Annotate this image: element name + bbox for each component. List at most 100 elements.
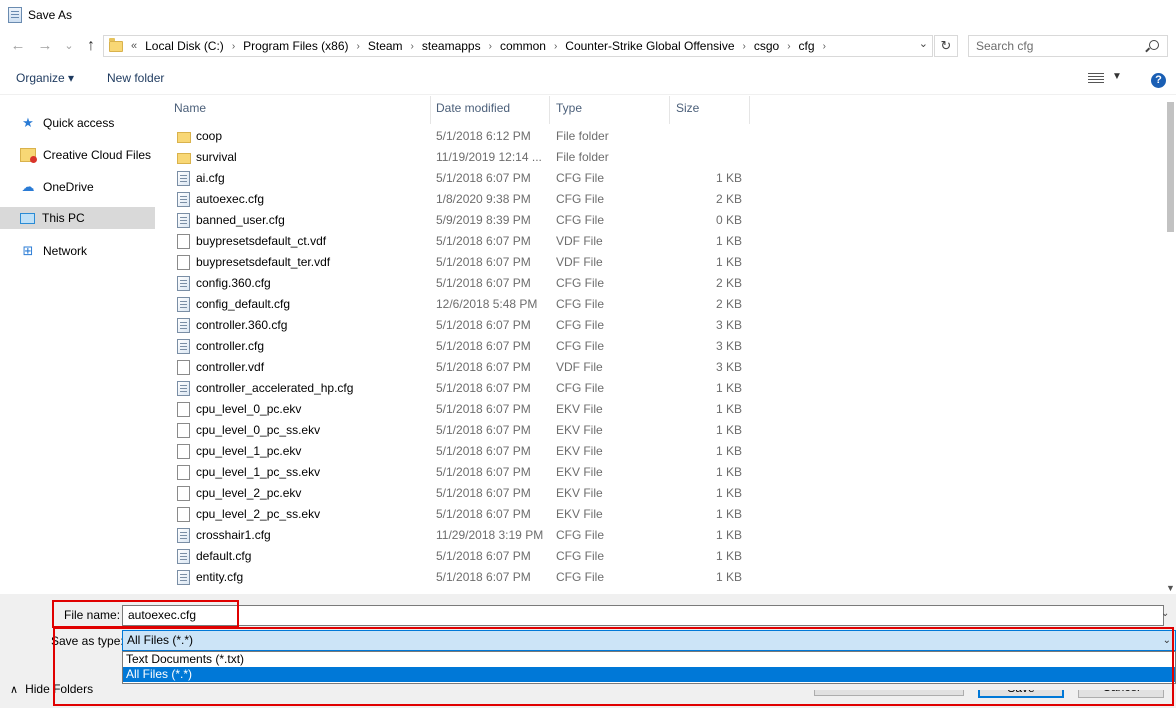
nav-item-onedrive[interactable]: ☁ OneDrive — [0, 176, 155, 198]
breadcrumb-separator-icon[interactable]: › — [357, 41, 360, 52]
breadcrumb-item[interactable]: csgo — [754, 39, 779, 53]
file-row[interactable]: controller_accelerated_hp.cfg 5/1/2018 6:… — [164, 378, 764, 399]
config-file-icon — [177, 570, 190, 585]
organize-button[interactable]: Organize ▾ — [16, 71, 74, 85]
file-row[interactable]: cpu_level_2_pc_ss.ekv 5/1/2018 6:07 PM EKV… — [164, 504, 764, 525]
file-size: 1 KB — [715, 528, 742, 542]
chevron-down-icon[interactable]: ⌄ — [919, 37, 928, 50]
up-arrow-icon[interactable]: ↑ — [82, 37, 100, 55]
file-row[interactable]: coop 5/1/2018 6:12 PM File folder — [164, 126, 764, 147]
file-row[interactable]: config.360.cfg 5/1/2018 6:07 PM CFG File 2 … — [164, 273, 764, 294]
file-size: 1 KB — [715, 549, 742, 563]
column-header-name[interactable]: Name — [174, 100, 206, 124]
file-row[interactable]: default.cfg 5/1/2018 6:07 PM CFG File 1 KB — [164, 546, 764, 567]
breadcrumb-separator-icon[interactable]: › — [489, 41, 492, 52]
file-date-modified: 5/9/2019 8:39 PM — [436, 213, 531, 227]
file-row[interactable]: survival 11/19/2019 12:14 ... File folder — [164, 147, 764, 168]
file-row[interactable]: cpu_level_2_pc.ekv 5/1/2018 6:07 PM EKV Fi… — [164, 483, 764, 504]
file-name-dropdown-icon[interactable]: ⌄ — [1161, 608, 1169, 619]
file-name: config.360.cfg — [196, 276, 271, 290]
file-row[interactable]: autoexec.cfg 1/8/2020 9:38 PM CFG File 2 KB — [164, 189, 764, 210]
folder-icon — [177, 153, 191, 164]
back-arrow-icon[interactable]: ← — [9, 37, 27, 55]
breadcrumb-separator-icon[interactable]: › — [411, 41, 414, 52]
config-file-icon — [177, 213, 190, 228]
breadcrumb-item[interactable]: steamapps — [422, 39, 481, 53]
column-header-size[interactable]: Size — [676, 100, 699, 124]
column-divider[interactable] — [749, 96, 750, 124]
overflow-chevron-icon[interactable]: « — [131, 40, 137, 52]
breadcrumb-item[interactable]: common — [500, 39, 546, 53]
column-divider[interactable] — [549, 96, 550, 124]
nav-item-creative-cloud-files[interactable]: Creative Cloud Files — [0, 144, 155, 166]
file-size: 1 KB — [715, 570, 742, 584]
file-row[interactable]: buypresetsdefault_ct.vdf 5/1/2018 6:07 PM… — [164, 231, 764, 252]
file-row[interactable]: config_default.cfg 12/6/2018 5:48 PM CFG F… — [164, 294, 764, 315]
file-row[interactable]: banned_user.cfg 5/9/2019 8:39 PM CFG File 0… — [164, 210, 764, 231]
file-row[interactable]: entity.cfg 5/1/2018 6:07 PM CFG File 1 KB — [164, 567, 764, 588]
file-row[interactable]: controller.360.cfg 5/1/2018 6:07 PM CFG Fi… — [164, 315, 764, 336]
breadcrumb-separator-icon[interactable]: › — [232, 41, 235, 52]
breadcrumb-item[interactable]: Local Disk (C:) — [145, 39, 224, 53]
breadcrumb-separator-icon[interactable]: › — [823, 41, 826, 52]
breadcrumb-item[interactable]: cfg — [799, 39, 815, 53]
column-divider[interactable] — [669, 96, 670, 124]
cloud-icon: ☁ — [21, 179, 35, 194]
file-row[interactable]: cpu_level_0_pc.ekv 5/1/2018 6:07 PM EKV Fi… — [164, 399, 764, 420]
search-icon[interactable] — [1149, 40, 1159, 50]
document-icon — [177, 444, 190, 459]
scrollbar-thumb[interactable] — [1167, 102, 1174, 232]
forward-arrow-icon[interactable]: → — [36, 37, 54, 55]
document-icon — [177, 486, 190, 501]
view-dropdown-icon[interactable]: ▼ — [1112, 71, 1122, 82]
file-type: CFG File — [556, 171, 604, 185]
address-bar[interactable]: « Local Disk (C:) › Program Files (x86) › St… — [103, 35, 933, 57]
file-type: File folder — [556, 150, 609, 164]
file-type: CFG File — [556, 381, 604, 395]
breadcrumb-item[interactable]: Counter-Strike Global Offensive — [565, 39, 734, 53]
vertical-scrollbar[interactable]: ▼ — [1165, 96, 1176, 593]
breadcrumb: « Local Disk (C:) › Program Files (x86) › St… — [131, 39, 834, 53]
file-type: EKV File — [556, 423, 603, 437]
file-type: EKV File — [556, 507, 603, 521]
new-folder-button[interactable]: New folder — [107, 71, 164, 85]
column-header-date-modified[interactable]: Date modified — [436, 100, 510, 124]
search-input[interactable]: Search cfg — [968, 35, 1168, 57]
file-name: cpu_level_1_pc.ekv — [196, 444, 302, 458]
file-size: 3 KB — [715, 360, 742, 374]
file-type: VDF File — [556, 234, 603, 248]
title-bar: Save As — [0, 0, 1176, 30]
file-row[interactable]: controller.cfg 5/1/2018 6:07 PM CFG File 3 … — [164, 336, 764, 357]
column-header-type[interactable]: Type — [556, 100, 582, 124]
file-name-input[interactable]: autoexec.cfg — [122, 605, 1164, 626]
file-row[interactable]: cpu_level_1_pc_ss.ekv 5/1/2018 6:07 PM EKV… — [164, 462, 764, 483]
refresh-icon[interactable]: ↻ — [934, 35, 958, 57]
file-size: 1 KB — [715, 507, 742, 521]
document-icon — [177, 234, 190, 249]
file-size: 1 KB — [715, 402, 742, 416]
file-row[interactable]: controller.vdf 5/1/2018 6:07 PM VDF File 3 … — [164, 357, 764, 378]
file-row[interactable]: cpu_level_1_pc.ekv 5/1/2018 6:07 PM EKV Fi… — [164, 441, 764, 462]
file-name: cpu_level_2_pc.ekv — [196, 486, 302, 500]
file-row[interactable]: cpu_level_0_pc_ss.ekv 5/1/2018 6:07 PM EKV… — [164, 420, 764, 441]
breadcrumb-separator-icon[interactable]: › — [743, 41, 746, 52]
nav-item-quick-access[interactable]: ★ Quick access — [0, 112, 155, 134]
file-row[interactable]: buypresetsdefault_ter.vdf 5/1/2018 6:07 P… — [164, 252, 764, 273]
file-type: CFG File — [556, 276, 604, 290]
recent-locations-icon[interactable]: ⌄ — [60, 37, 78, 55]
file-size: 1 KB — [715, 444, 742, 458]
file-row[interactable]: crosshair1.cfg 11/29/2018 3:19 PM CFG File… — [164, 525, 764, 546]
breadcrumb-separator-icon[interactable]: › — [787, 41, 790, 52]
nav-item-this-pc[interactable]: This PC — [0, 207, 155, 229]
breadcrumb-item[interactable]: Steam — [368, 39, 403, 53]
help-icon[interactable]: ? — [1151, 73, 1166, 88]
file-row[interactable]: ai.cfg 5/1/2018 6:07 PM CFG File 1 KB — [164, 168, 764, 189]
breadcrumb-separator-icon[interactable]: › — [554, 41, 557, 52]
scroll-down-arrow-icon[interactable]: ▼ — [1166, 583, 1175, 593]
file-date-modified: 5/1/2018 6:07 PM — [436, 423, 531, 437]
breadcrumb-item[interactable]: Program Files (x86) — [243, 39, 348, 53]
view-details-icon[interactable] — [1088, 73, 1104, 84]
column-divider[interactable] — [430, 96, 431, 124]
folder-icon — [177, 132, 191, 143]
nav-item-network[interactable]: ⊞ Network — [0, 240, 155, 262]
